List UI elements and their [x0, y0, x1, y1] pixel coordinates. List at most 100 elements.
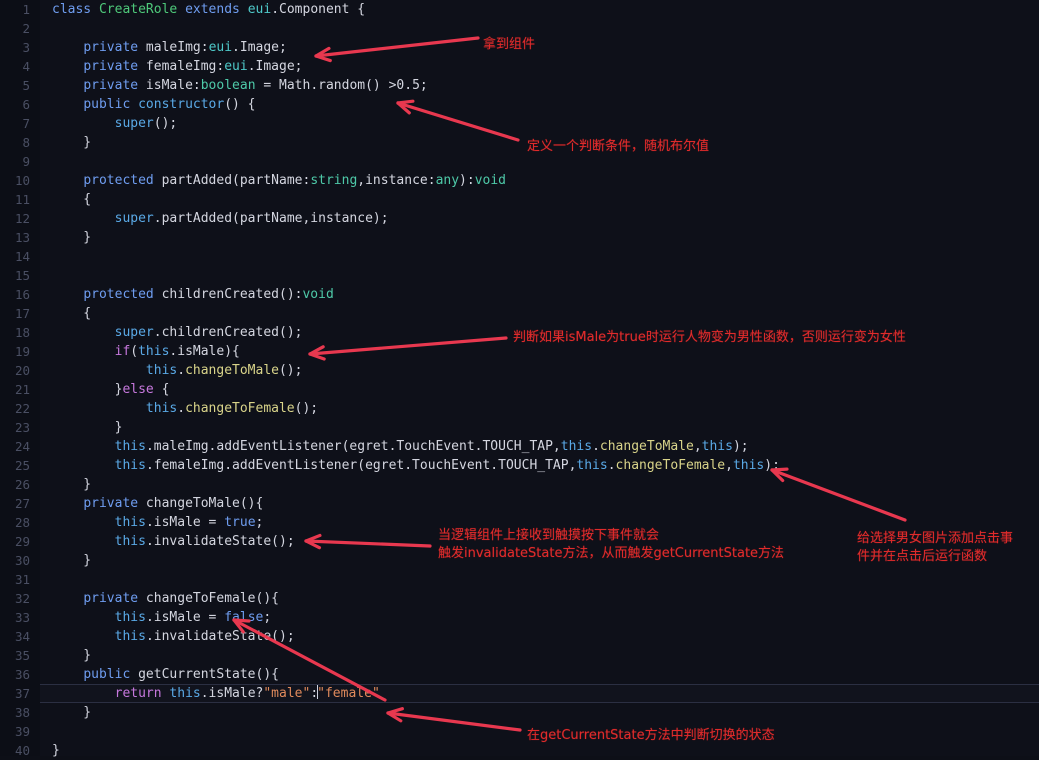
code-line[interactable]: this.isMale = false; — [40, 608, 1039, 627]
code-line[interactable]: this.changeToMale(); — [40, 361, 1039, 380]
code-token: . — [607, 458, 616, 473]
code-token: ,instance: — [357, 173, 436, 188]
code-line[interactable] — [40, 247, 1039, 266]
code-token: } — [52, 420, 123, 435]
line-number: 21 — [14, 382, 30, 397]
line-number: 9 — [22, 154, 30, 169]
code-token: super — [114, 325, 154, 340]
code-line[interactable]: public getCurrentState(){ — [40, 665, 1039, 684]
code-area[interactable]: class CreateRole extends eui.Component {… — [40, 0, 1039, 758]
line-number-gutter: 1 2 3 4 5 6 7 8 9 10 11 12 13 14 15 16 17 18 19 20 21 22 23 24 2… — [0, 0, 40, 758]
code-token: "female" — [317, 686, 380, 701]
code-token: .invalidateState(); — [145, 534, 295, 549]
code-line[interactable]: private maleImg:eui.Image; — [40, 38, 1039, 57]
code-token: (); — [278, 363, 303, 378]
code-token: else — [122, 382, 154, 397]
line-number: 16 — [14, 287, 30, 302]
code-line[interactable]: public constructor() { — [40, 95, 1039, 114]
code-editor[interactable]: 1 2 3 4 5 6 7 8 9 10 11 12 13 14 15 16 17 18 19 20 21 22 23 24 2… — [0, 0, 1039, 758]
code-line[interactable]: this.maleImg.addEventListener(egret.Touc… — [40, 437, 1039, 456]
line-number: 13 — [14, 230, 30, 245]
code-token: this — [732, 458, 765, 473]
code-line[interactable]: private femaleImg:eui.Image; — [40, 57, 1039, 76]
code-line[interactable]: private changeToFemale(){ — [40, 589, 1039, 608]
code-token: this — [114, 515, 146, 530]
code-line[interactable]: class CreateRole extends eui.Component { — [40, 0, 1039, 19]
code-token: this — [114, 629, 146, 644]
code-token: changeToFemale(){ — [138, 591, 279, 606]
code-token: .childrenCreated(); — [153, 325, 303, 340]
code-line[interactable] — [40, 19, 1039, 38]
code-token: eui — [208, 40, 233, 55]
code-line[interactable]: { — [40, 190, 1039, 209]
code-token: changeToMale — [599, 439, 694, 454]
code-token: this — [114, 458, 146, 473]
code-line[interactable]: super(); — [40, 114, 1039, 133]
code-line[interactable]: { — [40, 304, 1039, 323]
line-number: 1 — [22, 2, 30, 17]
code-line[interactable]: private isMale:boolean = Math.random() >… — [40, 76, 1039, 95]
code-token: void — [474, 173, 507, 188]
code-line[interactable]: this.changeToFemale(); — [40, 399, 1039, 418]
code-token: () { — [224, 97, 256, 112]
code-token: this — [169, 686, 201, 701]
code-token: changeToMale — [185, 363, 279, 378]
line-number: 34 — [14, 629, 30, 644]
code-token: ); — [764, 458, 780, 473]
code-line[interactable]: } — [40, 646, 1039, 665]
code-token: void — [302, 287, 334, 302]
code-token: super — [114, 116, 154, 131]
code-token: } — [52, 135, 92, 150]
line-number: 22 — [14, 401, 30, 416]
code-line[interactable]: this.invalidateState(); — [40, 627, 1039, 646]
line-number: 12 — [14, 211, 30, 226]
code-line[interactable]: protected partAdded(partName:string,inst… — [40, 171, 1039, 190]
code-line[interactable]: private changeToMale(){ — [40, 494, 1039, 513]
code-line[interactable]: } — [40, 703, 1039, 722]
code-token: if — [114, 344, 131, 359]
code-line[interactable]: } — [40, 475, 1039, 494]
code-token: "male" — [263, 686, 311, 701]
line-number: 29 — [14, 534, 30, 549]
annotation-text: 拿到组件 — [483, 37, 536, 52]
code-line[interactable]: } — [40, 418, 1039, 437]
code-line[interactable]: protected childrenCreated():void — [40, 285, 1039, 304]
code-token: ; — [255, 515, 264, 530]
code-token: any — [435, 173, 460, 188]
line-number: 17 — [14, 306, 30, 321]
code-token: eui — [247, 2, 272, 17]
code-token: this — [114, 610, 146, 625]
line-number: 33 — [14, 610, 30, 625]
code-token: , — [693, 439, 702, 454]
code-token: changeToFemale — [615, 458, 726, 473]
code-token: string — [310, 173, 358, 188]
code-token: changeToFemale — [185, 401, 295, 416]
code-line[interactable]: return this.isMale?"male":"female" — [40, 684, 1039, 703]
code-token: .femaleImg.addEventListener(egret.TouchE… — [145, 458, 577, 473]
code-token: . — [177, 363, 186, 378]
code-token: getCurrentState(){ — [130, 667, 279, 682]
code-line[interactable]: this.femaleImg.addEventListener(egret.To… — [40, 456, 1039, 475]
code-line[interactable] — [40, 266, 1039, 285]
code-token: this — [114, 439, 146, 454]
line-number: 30 — [14, 553, 30, 568]
code-line[interactable] — [40, 570, 1039, 589]
code-line[interactable]: }else { — [40, 380, 1039, 399]
code-line[interactable]: } — [40, 228, 1039, 247]
code-line[interactable]: super.partAdded(partName,instance); — [40, 209, 1039, 228]
